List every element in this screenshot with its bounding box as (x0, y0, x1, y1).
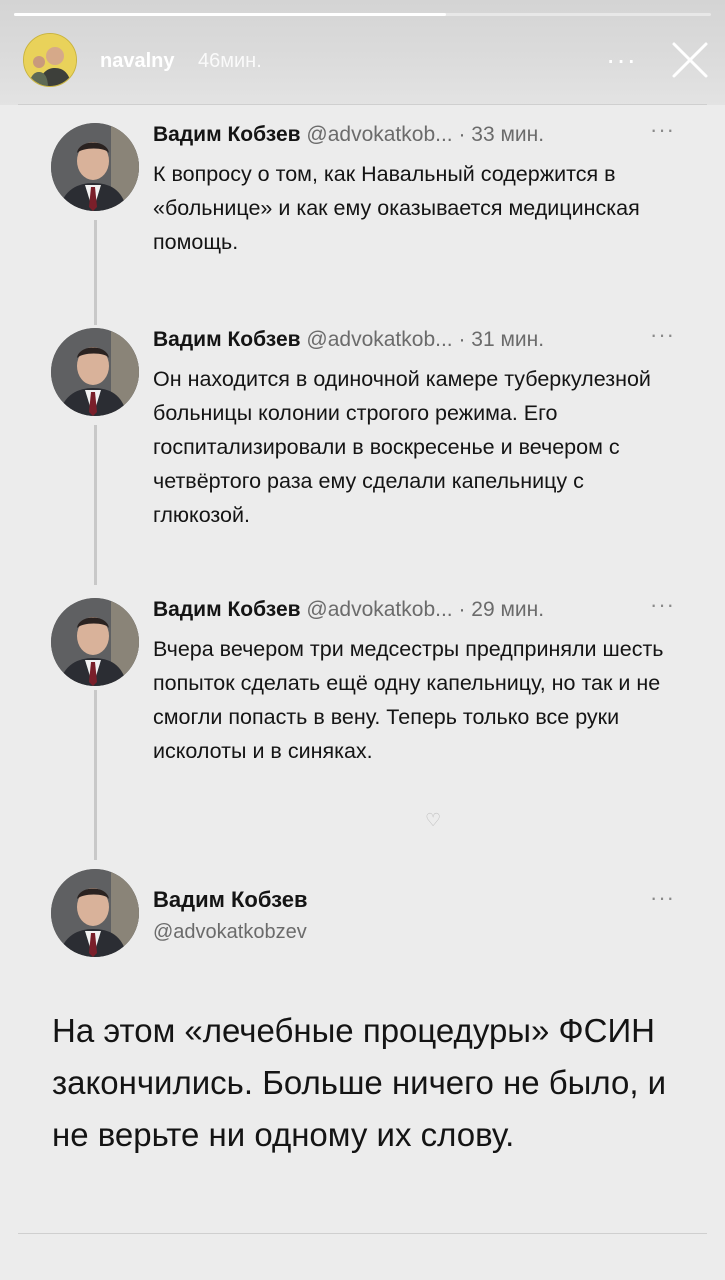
avatar[interactable] (51, 328, 139, 416)
divider (18, 1233, 707, 1234)
story-progress-fill (14, 13, 447, 16)
close-icon[interactable] (668, 38, 712, 82)
author-handle[interactable]: @advokatkob... (306, 598, 452, 621)
author-name[interactable]: Вадим Кобзев (153, 123, 301, 146)
thread-connector (94, 425, 97, 585)
author-handle[interactable]: @advokatkob... (306, 123, 452, 146)
author-name[interactable]: Вадим Кобзев (153, 887, 308, 913)
tweet-header: Вадим Кобзев @advokatkob... · 31 мин. (153, 328, 544, 352)
author-name[interactable]: Вадим Кобзев (153, 598, 301, 621)
tweet-main-text: На этом «лечебные процедуры» ФСИН законч… (52, 1012, 667, 1153)
thread-connector (94, 220, 97, 325)
tweet-header: Вадим Кобзев @advokatkob... · 29 мин. (153, 598, 544, 622)
more-options-icon[interactable]: ··· (650, 885, 675, 911)
story-progress-bar (14, 13, 711, 16)
tweet-text: К вопросу о том, как Навальный содержитс… (153, 162, 640, 254)
story-timestamp: 46мин. (198, 50, 262, 72)
more-options-icon[interactable]: ··· (650, 322, 675, 348)
avatar[interactable] (51, 869, 139, 957)
tweet-text: Вчера вечером три медсестры предприняли … (153, 637, 664, 763)
author-name[interactable]: Вадим Кобзев (153, 328, 301, 351)
avatar[interactable] (51, 123, 139, 211)
tweet-time: · 33 мин. (458, 123, 545, 146)
heart-icon: ♡ (425, 810, 442, 830)
author-handle[interactable]: @advokatkobzev (153, 921, 307, 944)
tweet-thread: Вадим Кобзев @advokatkob... · 33 мин. ··… (0, 105, 725, 1280)
avatar[interactable] (51, 598, 139, 686)
tweet-header: Вадим Кобзев @advokatkob... · 33 мин. (153, 123, 544, 147)
story-username[interactable]: navalny (100, 50, 174, 73)
more-options-icon[interactable]: ··· (650, 117, 675, 143)
ellipsis-icon[interactable]: ··· (606, 44, 637, 76)
more-options-icon[interactable]: ··· (650, 592, 675, 618)
tweet-time: · 31 мин. (458, 328, 545, 351)
tweet-time: · 29 мин. (458, 598, 545, 621)
story-avatar[interactable] (23, 33, 77, 87)
thread-connector (94, 690, 97, 860)
story-header: navalny 46мин. ··· (0, 0, 725, 105)
author-handle[interactable]: @advokatkob... (306, 328, 452, 351)
tweet-text: Он находится в одиночной камере туберкул… (153, 367, 651, 527)
